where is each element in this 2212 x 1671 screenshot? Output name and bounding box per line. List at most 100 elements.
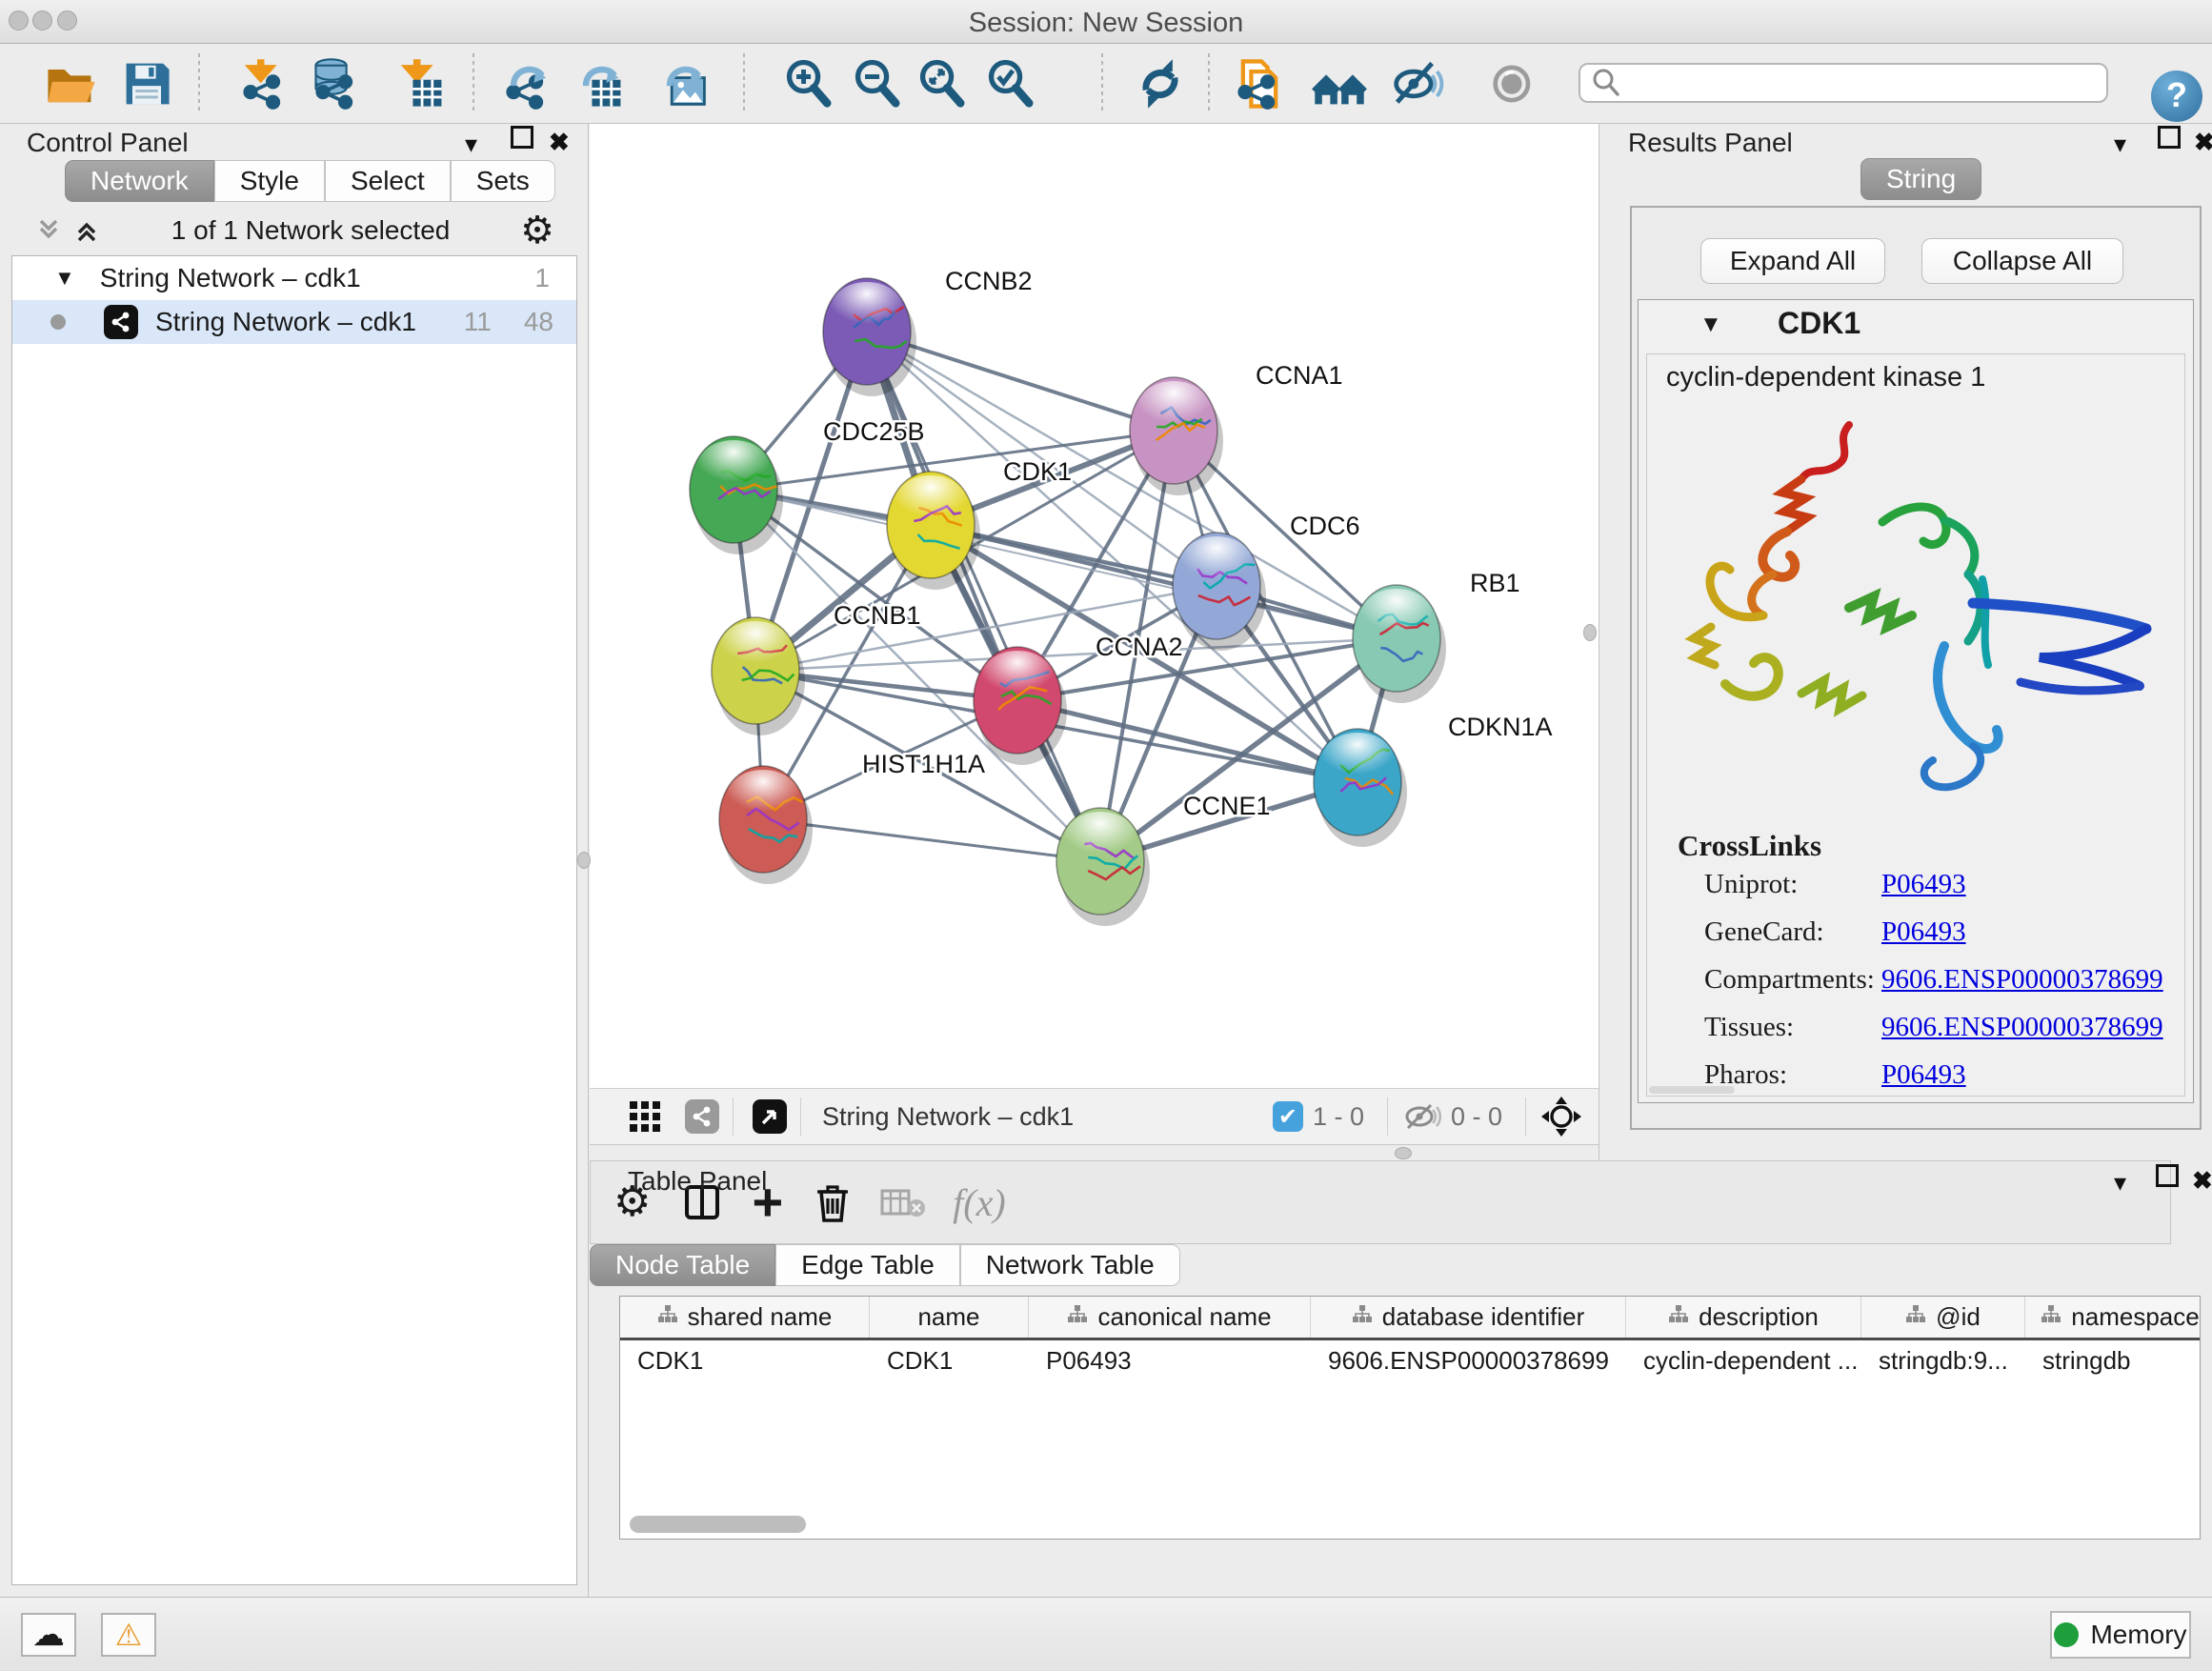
column-header-description[interactable]: description [1626, 1297, 1861, 1338]
mini-scrollbar[interactable] [1649, 1086, 1735, 1094]
control-panel-tabs: NetworkStyleSelectSets [65, 160, 555, 202]
help-button[interactable]: ? [2151, 70, 2202, 122]
crosslink-link[interactable]: P06493 [1881, 869, 1966, 900]
export-table-icon[interactable] [572, 55, 629, 112]
collapse-all-button[interactable]: Collapse All [1921, 238, 2123, 284]
tab-style[interactable]: Style [214, 160, 325, 202]
search-input[interactable] [1622, 68, 2106, 99]
expand-all-button[interactable]: Expand All [1700, 238, 1885, 284]
vertical-splitter-handle[interactable] [1583, 624, 1597, 641]
import-network-file-icon[interactable] [236, 55, 293, 112]
cloud-button[interactable]: ☁ [21, 1613, 76, 1657]
delete-column-icon[interactable] [814, 1180, 852, 1224]
warnings-button[interactable]: ⚠ [101, 1613, 156, 1657]
entry-expander-icon[interactable]: ▼ [1699, 312, 1722, 338]
export-network-icon[interactable] [499, 55, 556, 112]
column-header-namespace[interactable]: namespace [2025, 1297, 2201, 1338]
network-options-gear-icon[interactable]: ⚙ [520, 211, 554, 250]
first-neighbors-icon[interactable] [1311, 55, 1368, 112]
birdseye-view-icon[interactable] [753, 1099, 787, 1134]
node-CCNB2[interactable] [823, 278, 916, 396]
table-cell[interactable]: P06493 [1029, 1340, 1311, 1380]
table-cell[interactable]: stringdb:9... [1861, 1340, 2025, 1380]
tab-node-table[interactable]: Node Table [590, 1244, 775, 1286]
close-panel-icon[interactable]: ✖ [549, 128, 570, 157]
collapse-panel-icon[interactable]: ▾ [465, 130, 477, 159]
crosslinks-list: Uniprot:P06493GeneCard:P06493Compartment… [1704, 869, 2181, 1097]
apply-layout-icon[interactable] [1132, 55, 1189, 112]
string-network-icon [104, 305, 138, 339]
network-collection-row[interactable]: ▼ String Network – cdk1 1 [12, 256, 576, 300]
crosslink-link[interactable]: P06493 [1881, 1059, 1966, 1091]
crosslink-link[interactable]: 9606.ENSP00000378699 [1881, 1012, 2163, 1043]
node-RB1[interactable] [1353, 585, 1446, 703]
open-session-icon[interactable] [42, 55, 99, 112]
collapse-panel-icon[interactable]: ▾ [2114, 130, 2126, 159]
tab-string[interactable]: String [1860, 158, 1981, 200]
hidden-eye-icon [1401, 1100, 1441, 1133]
selected-checkbox-icon[interactable]: ✔ [1273, 1101, 1303, 1132]
tab-sets[interactable]: Sets [451, 160, 555, 202]
edge-CCNB2-CCNE1[interactable] [867, 332, 1100, 861]
collapse-panel-icon[interactable]: ▾ [2114, 1168, 2126, 1198]
column-header-canonical-name[interactable]: canonical name [1029, 1297, 1311, 1338]
zoom-selected-icon[interactable] [983, 55, 1040, 112]
scrollbar-thumb[interactable] [630, 1516, 806, 1533]
node-CDK1[interactable] [887, 472, 980, 590]
float-panel-icon[interactable] [2158, 126, 2181, 149]
column-header--id[interactable]: @id [1861, 1297, 2025, 1338]
float-panel-icon[interactable] [2156, 1164, 2179, 1187]
string-view-icon[interactable] [685, 1099, 719, 1134]
zoom-in-icon[interactable] [781, 55, 838, 112]
table-cell[interactable]: CDK1 [870, 1340, 1029, 1380]
edge-HIST1H1A-CCNE1[interactable] [763, 819, 1100, 861]
network-row-selected[interactable]: String Network – cdk1 11 48 [12, 300, 576, 344]
node-CCNA1[interactable] [1130, 377, 1223, 495]
zoom-out-icon[interactable] [850, 55, 907, 112]
import-network-database-icon[interactable] [309, 55, 366, 112]
table-cell[interactable]: stringdb [2025, 1340, 2201, 1380]
column-header-shared-name[interactable]: shared name [620, 1297, 870, 1338]
tab-network[interactable]: Network [65, 160, 214, 202]
collection-expander-icon[interactable]: ▼ [54, 266, 75, 291]
close-panel-icon[interactable]: ✖ [2192, 1166, 2212, 1196]
node-CDC25B[interactable] [690, 436, 783, 554]
tab-edge-table[interactable]: Edge Table [775, 1244, 960, 1286]
node-CCNE1[interactable] [1056, 808, 1150, 926]
node-CDKN1A[interactable] [1314, 729, 1407, 847]
search-box[interactable] [1579, 63, 2108, 103]
table-row[interactable]: CDK1CDK1P064939606.ENSP00000378699cyclin… [620, 1340, 2200, 1380]
table-cell[interactable]: 9606.ENSP00000378699 [1311, 1340, 1626, 1380]
cloud-icon: ☁ [32, 1616, 65, 1654]
grid-view-icon[interactable] [626, 1097, 664, 1136]
node-CCNB1[interactable] [712, 617, 805, 735]
tab-network-table[interactable]: Network Table [960, 1244, 1180, 1286]
node-HIST1H1A[interactable] [719, 766, 813, 884]
float-panel-icon[interactable] [511, 126, 533, 149]
close-panel-icon[interactable]: ✖ [2194, 128, 2212, 157]
show-hide-icon[interactable] [1387, 55, 1444, 112]
export-image-icon[interactable] [655, 55, 713, 112]
network-canvas[interactable]: CCNB2CCNA1CDC25BCDK1CDC6RB1CCNB1CCNA2CDK… [590, 124, 1599, 1088]
crosslink-link[interactable]: P06493 [1881, 916, 1966, 948]
column-header-database-identifier[interactable]: database identifier [1311, 1297, 1626, 1338]
edge-CDK1-RB1[interactable] [931, 525, 1397, 638]
crosslink-link[interactable]: 9606.ENSP00000378699 [1881, 964, 2163, 996]
duplicate-network-icon[interactable] [1231, 55, 1288, 112]
tab-select[interactable]: Select [325, 160, 451, 202]
collapse-all-icon[interactable] [34, 216, 63, 245]
pan-crosshair-icon[interactable] [1539, 1095, 1583, 1138]
import-table-icon[interactable] [392, 55, 450, 112]
table-cell[interactable]: cyclin-dependent ... [1626, 1340, 1861, 1380]
horizontal-splitter-handle[interactable] [1395, 1147, 1412, 1159]
search-icon [1590, 67, 1622, 99]
column-header-name[interactable]: name [870, 1297, 1029, 1338]
table-cell[interactable]: CDK1 [620, 1340, 870, 1380]
vertical-splitter-handle[interactable] [577, 852, 591, 869]
expand-all-icon[interactable] [72, 216, 101, 245]
node-CDC6[interactable] [1173, 533, 1266, 651]
zoom-fit-icon[interactable] [915, 55, 972, 112]
horizontal-scrollbar[interactable] [628, 1514, 2190, 1535]
memory-button[interactable]: Memory [2050, 1611, 2191, 1659]
save-session-icon[interactable] [118, 55, 175, 112]
